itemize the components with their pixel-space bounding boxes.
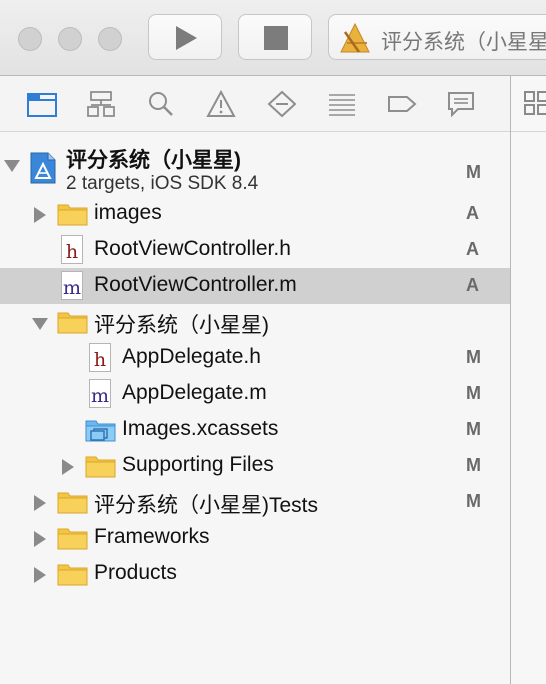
status-badge: M	[466, 383, 481, 403]
breakpoint-navigator-icon[interactable]	[387, 90, 417, 118]
tree-item-label: 评分系统（小星星)Tests	[94, 494, 319, 517]
tree-row-appdelegate-m[interactable]: m AppDelegate.m M	[0, 376, 510, 412]
zoom-window-button[interactable]	[98, 27, 122, 51]
tree-row-images[interactable]: images A	[0, 196, 510, 232]
editor-area	[510, 76, 546, 684]
status-badge: M	[466, 455, 481, 475]
report-navigator-icon[interactable]	[446, 90, 476, 118]
status-badge: M	[466, 162, 481, 182]
tree-item-label: Frameworks	[94, 525, 210, 548]
tree-row-appdelegate-h[interactable]: h AppDelegate.h M	[0, 340, 510, 376]
app-target-icon	[340, 22, 370, 53]
tree-item-label: Images.xcassets	[122, 417, 279, 440]
folder-icon	[57, 204, 88, 226]
implementation-file-icon: m	[61, 271, 83, 300]
play-icon	[176, 26, 197, 50]
tree-item-label: AppDelegate.m	[122, 381, 267, 404]
window-toolbar: 评分系统（小星星	[0, 0, 546, 76]
disclosure-closed-icon[interactable]	[34, 567, 46, 583]
status-badge: A	[466, 239, 479, 259]
find-navigator-icon[interactable]	[146, 90, 176, 118]
tree-row-rootviewcontroller-m[interactable]: m RootViewController.m A	[0, 268, 510, 304]
status-badge: M	[466, 347, 481, 367]
project-file-icon	[30, 152, 56, 184]
disclosure-closed-icon[interactable]	[62, 459, 74, 475]
project-subtitle: 2 targets, iOS SDK 8.4	[66, 173, 259, 194]
project-root-row[interactable]: 评分系统（小星星) 2 targets, iOS SDK 8.4 M	[0, 138, 510, 194]
tree-row-app-group[interactable]: 评分系统（小星星)	[0, 304, 510, 340]
tree-row-supporting-files[interactable]: Supporting Files M	[0, 448, 510, 484]
tree-item-label: images	[94, 201, 162, 224]
tree-item-label: AppDelegate.h	[122, 345, 261, 368]
tree-item-label: 评分系统（小星星)	[94, 314, 269, 337]
header-file-icon: h	[89, 343, 111, 372]
debug-navigator-icon[interactable]	[327, 90, 357, 118]
stop-icon	[264, 26, 288, 50]
stop-button[interactable]	[238, 14, 312, 60]
test-navigator-icon[interactable]	[267, 90, 297, 118]
tree-row-tests-group[interactable]: 评分系统（小星星)Tests M	[0, 484, 510, 520]
scheme-selector[interactable]: 评分系统（小星星	[328, 14, 546, 60]
minimize-window-button[interactable]	[58, 27, 82, 51]
disclosure-closed-icon[interactable]	[34, 495, 46, 511]
status-badge: M	[466, 491, 481, 511]
project-navigator-tree: 评分系统（小星星) 2 targets, iOS SDK 8.4 M image…	[0, 132, 510, 684]
disclosure-open-icon[interactable]	[32, 318, 48, 330]
folder-icon	[57, 312, 88, 334]
tree-row-rootviewcontroller-h[interactable]: h RootViewController.h A	[0, 232, 510, 268]
tree-row-frameworks[interactable]: Frameworks	[0, 520, 510, 556]
disclosure-open-icon[interactable]	[4, 160, 20, 172]
close-window-button[interactable]	[18, 27, 42, 51]
navigator-selector-bar	[0, 76, 510, 132]
scheme-name: 评分系统（小星星	[381, 31, 546, 54]
symbol-navigator-icon[interactable]	[86, 90, 116, 118]
status-badge: A	[466, 203, 479, 223]
implementation-file-icon: m	[89, 379, 111, 408]
project-navigator-icon[interactable]	[27, 90, 57, 118]
tree-row-products[interactable]: Products	[0, 556, 510, 592]
project-name: 评分系统（小星星)	[66, 149, 241, 172]
issue-navigator-icon[interactable]	[206, 90, 236, 118]
folder-icon	[57, 528, 88, 550]
tree-item-label: RootViewController.h	[94, 237, 291, 260]
run-button[interactable]	[148, 14, 222, 60]
tree-item-label: Supporting Files	[122, 453, 274, 476]
tree-item-label: RootViewController.m	[94, 273, 297, 296]
disclosure-closed-icon[interactable]	[34, 207, 46, 223]
tree-item-label: Products	[94, 561, 177, 584]
disclosure-closed-icon[interactable]	[34, 531, 46, 547]
editor-jump-bar	[511, 76, 546, 132]
header-file-icon: h	[61, 235, 83, 264]
folder-icon	[57, 492, 88, 514]
folder-icon	[57, 564, 88, 586]
status-badge: A	[466, 275, 479, 295]
asset-catalog-icon	[85, 420, 116, 442]
tree-row-images-xcassets[interactable]: Images.xcassets M	[0, 412, 510, 448]
folder-icon	[85, 456, 116, 478]
status-badge: M	[466, 419, 481, 439]
related-items-icon[interactable]	[523, 90, 546, 120]
